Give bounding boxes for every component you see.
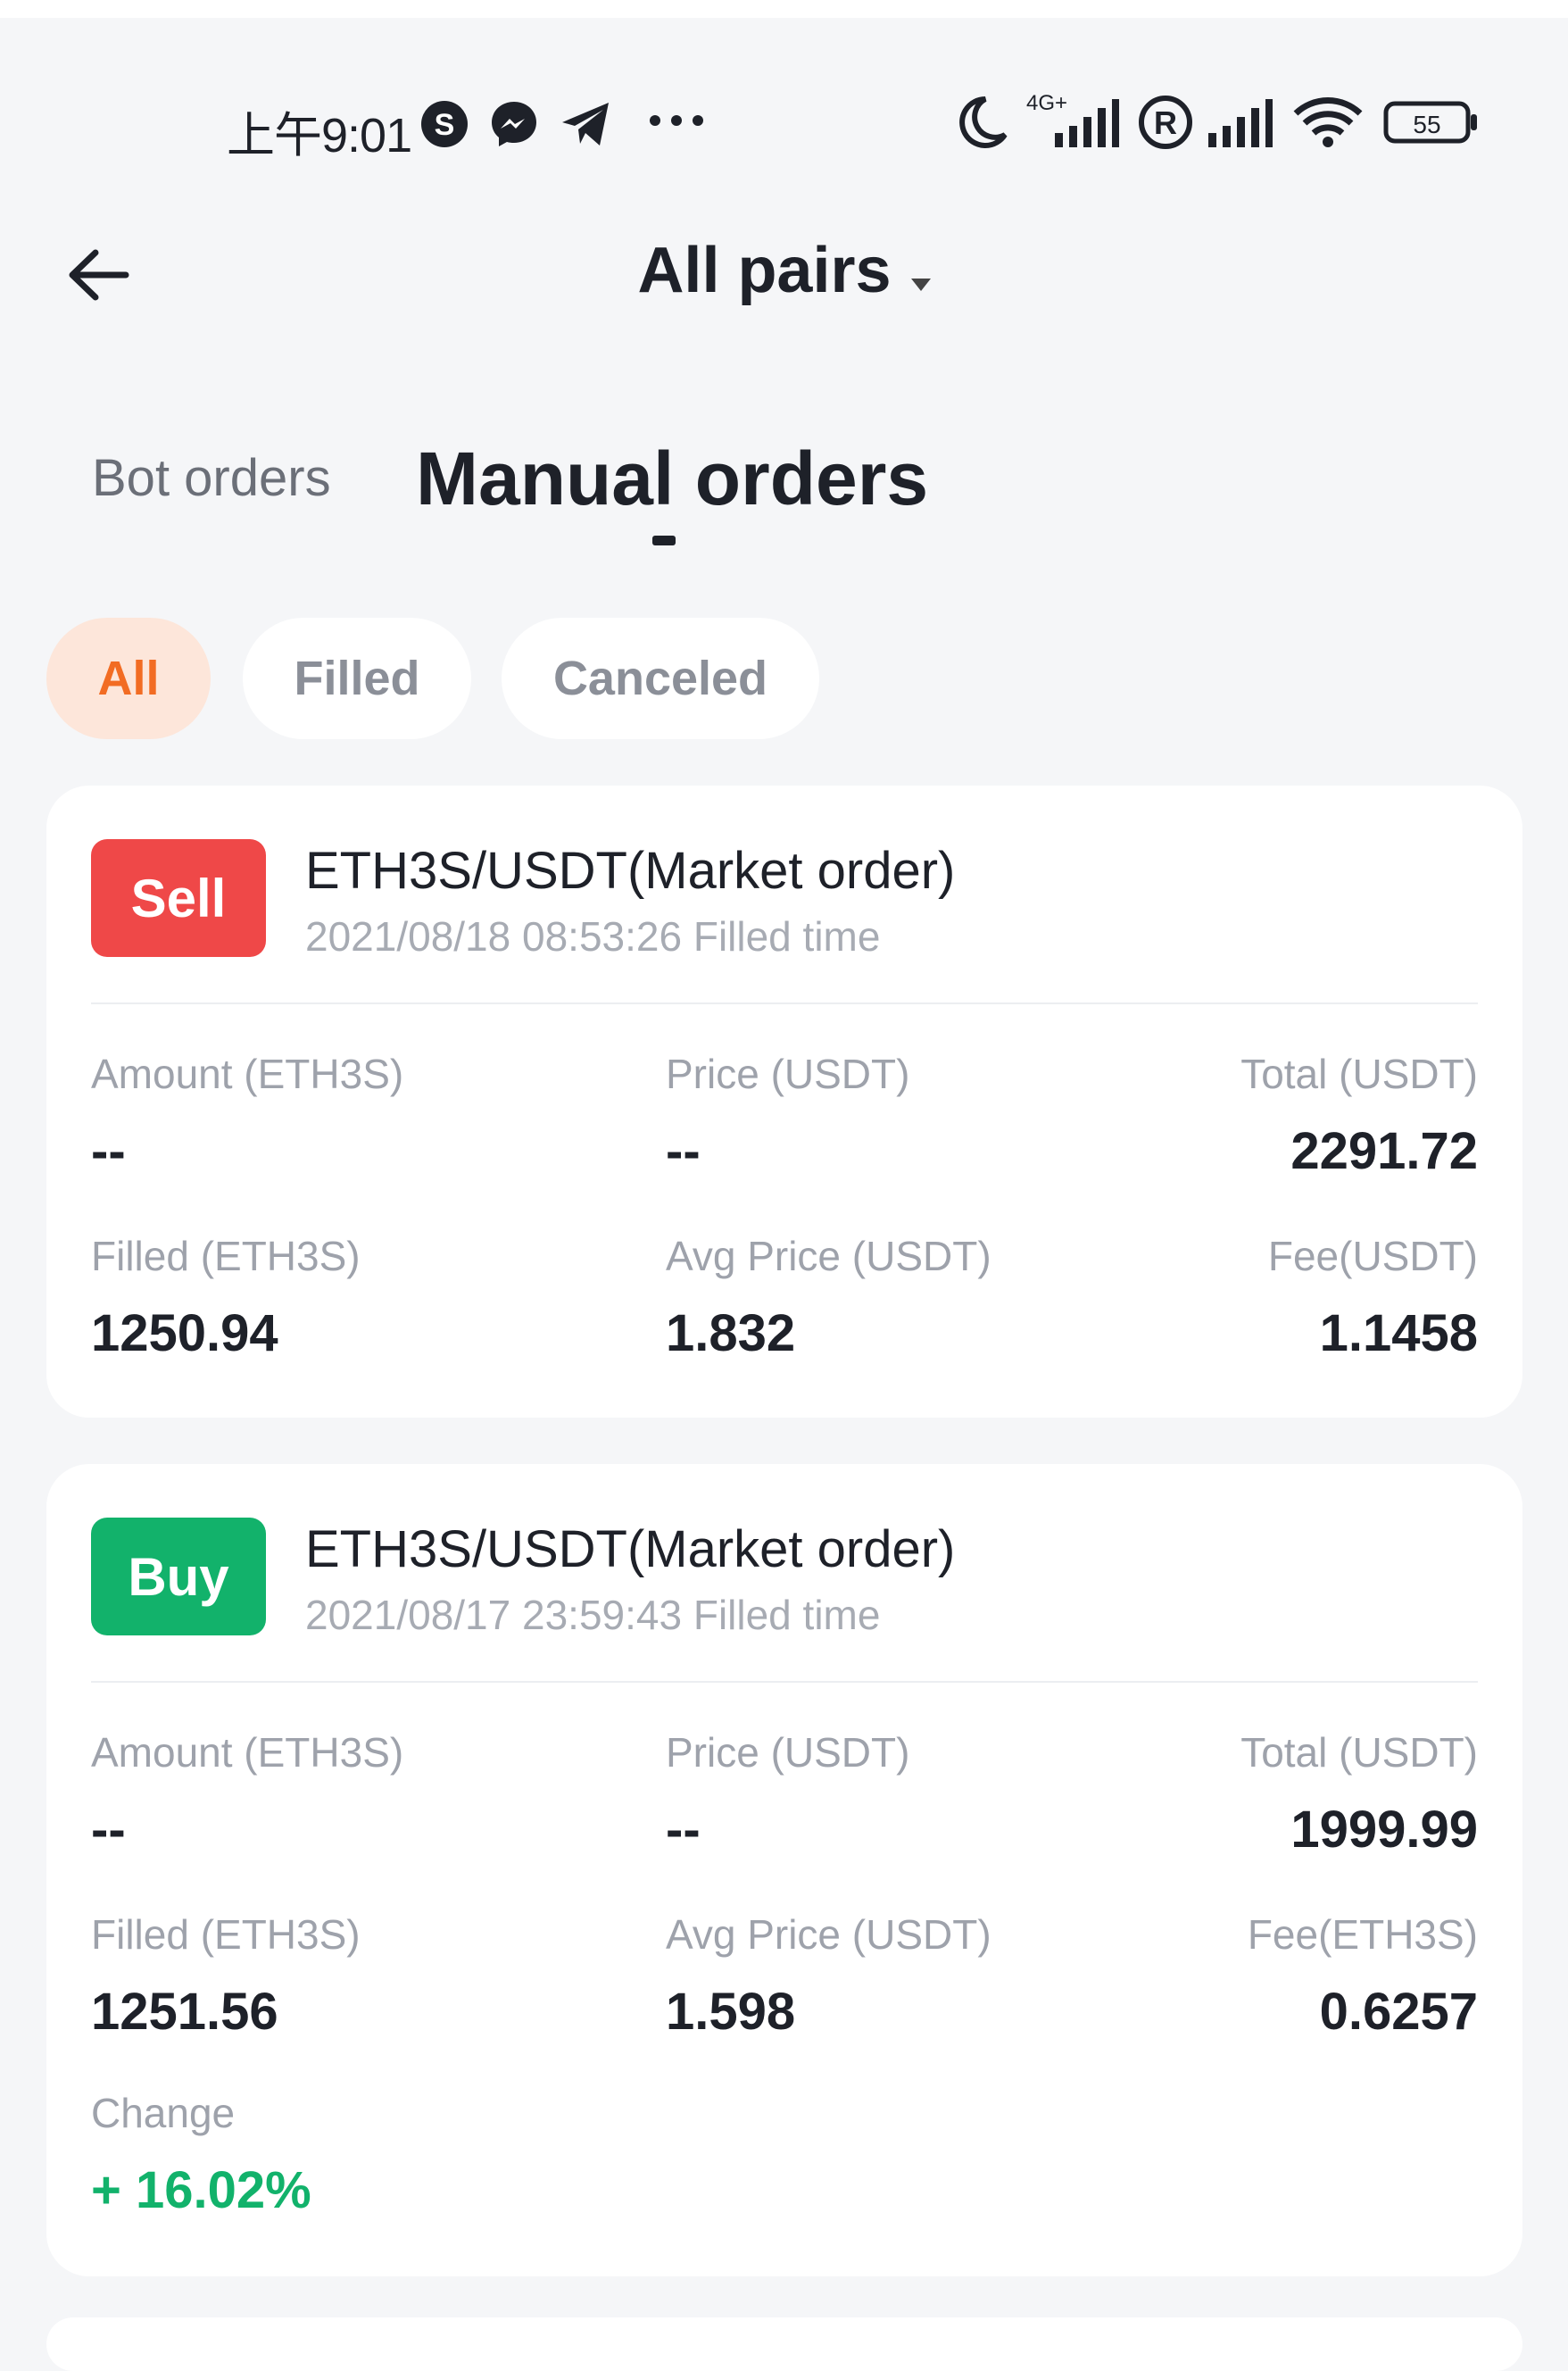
order-card-partial[interactable] xyxy=(46,2317,1522,2371)
price-value: -- xyxy=(666,1801,701,1859)
avg-price-label: Avg Price (USDT) xyxy=(666,1911,991,1958)
fee-label: Fee(ETH3S) xyxy=(1247,1911,1478,1958)
caret-down-icon xyxy=(910,278,931,291)
wifi-icon xyxy=(1292,94,1364,155)
change-value: + 16.02% xyxy=(91,2161,311,2219)
top-strip xyxy=(0,0,1568,18)
roaming-icon: R xyxy=(1137,94,1194,155)
signal-4g-icon: 4G+ xyxy=(1025,90,1121,159)
status-time: 上午9:01 xyxy=(227,109,412,162)
amount-label: Amount (ETH3S) xyxy=(91,1051,404,1097)
tab-manual-orders[interactable]: Manual orders xyxy=(416,436,928,522)
tab-bot-orders[interactable]: Bot orders xyxy=(92,448,331,508)
card-divider xyxy=(91,1681,1478,1683)
amount-value: -- xyxy=(91,1801,126,1859)
pair-selector[interactable]: All pairs xyxy=(0,234,1568,307)
skype-icon: S xyxy=(419,99,469,154)
price-label: Price (USDT) xyxy=(666,1729,910,1776)
avg-price-value: 1.598 xyxy=(666,1983,796,2041)
side-badge: Sell xyxy=(91,839,266,957)
filter-all-chip[interactable]: All xyxy=(46,618,211,739)
total-value: 1999.99 xyxy=(1290,1801,1478,1859)
fee-value: 0.6257 xyxy=(1319,1983,1478,2041)
total-label: Total (USDT) xyxy=(1240,1729,1478,1776)
filter-canceled-chip[interactable]: Canceled xyxy=(502,618,819,739)
card-divider xyxy=(91,1002,1478,1004)
svg-text:S: S xyxy=(435,108,455,142)
signal-icon xyxy=(1205,94,1276,155)
filled-label: Filled (ETH3S) xyxy=(91,1911,361,1958)
telegram-icon xyxy=(559,99,612,154)
amount-value: -- xyxy=(91,1122,126,1180)
price-value: -- xyxy=(666,1122,701,1180)
page-title: All pairs xyxy=(637,235,892,306)
price-label: Price (USDT) xyxy=(666,1051,910,1097)
filled-label: Filled (ETH3S) xyxy=(91,1233,361,1279)
filter-filled-chip[interactable]: Filled xyxy=(243,618,471,739)
svg-text:4G+: 4G+ xyxy=(1026,91,1067,115)
total-label: Total (USDT) xyxy=(1240,1051,1478,1097)
filled-value: 1250.94 xyxy=(91,1304,278,1362)
side-badge: Buy xyxy=(91,1518,266,1635)
moon-icon xyxy=(955,94,1008,155)
battery-icon: 55 xyxy=(1383,101,1481,148)
tab-active-indicator xyxy=(652,536,676,545)
status-bar: 上午9:01 S 4G+ R 55 xyxy=(0,85,1568,165)
total-value: 2291.72 xyxy=(1290,1122,1478,1180)
filled-value: 1251.56 xyxy=(91,1983,278,2041)
svg-text:R: R xyxy=(1154,104,1177,141)
order-pair: ETH3S/USDT(Market order) xyxy=(305,1520,956,1578)
avg-price-label: Avg Price (USDT) xyxy=(666,1233,991,1279)
order-card[interactable]: Buy ETH3S/USDT(Market order) 2021/08/17 … xyxy=(46,1464,1522,2276)
fee-value: 1.1458 xyxy=(1319,1304,1478,1362)
avg-price-value: 1.832 xyxy=(666,1304,796,1362)
order-card[interactable]: Sell ETH3S/USDT(Market order) 2021/08/18… xyxy=(46,786,1522,1418)
amount-label: Amount (ETH3S) xyxy=(91,1729,404,1776)
fee-label: Fee(USDT) xyxy=(1267,1233,1478,1279)
more-notifications-icon xyxy=(648,112,705,134)
order-pair: ETH3S/USDT(Market order) xyxy=(305,842,956,900)
change-label: Change xyxy=(91,2090,236,2136)
order-time: 2021/08/18 08:53:26 Filled time xyxy=(305,913,881,960)
order-time: 2021/08/17 23:59:43 Filled time xyxy=(305,1592,881,1638)
svg-text:55: 55 xyxy=(1413,111,1440,138)
messenger-icon xyxy=(489,99,539,154)
